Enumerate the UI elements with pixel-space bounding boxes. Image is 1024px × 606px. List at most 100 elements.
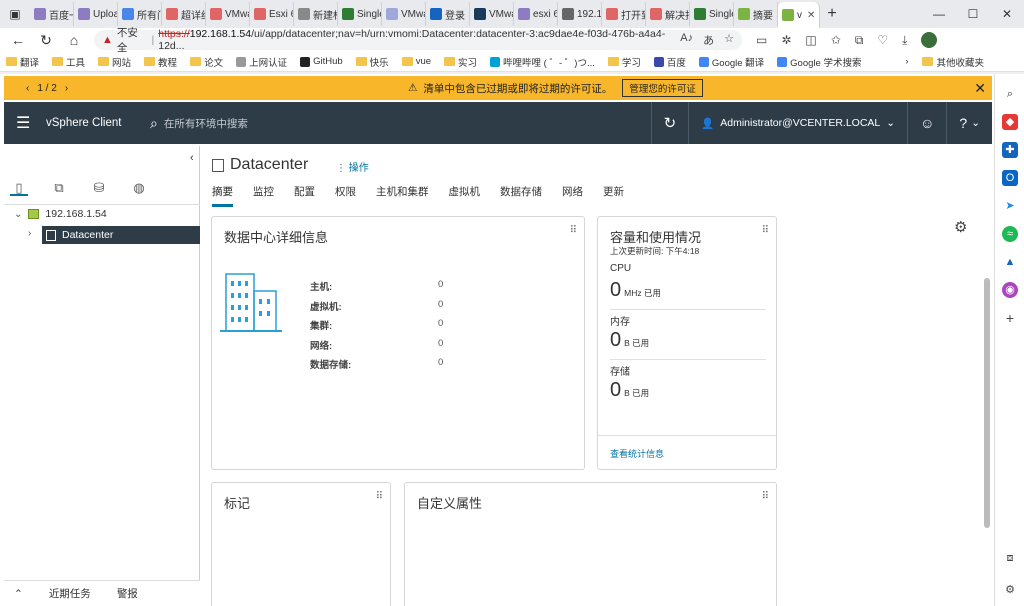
bookmark-item[interactable]: 学习 [607, 55, 641, 69]
object-tab[interactable]: 更新 [603, 184, 624, 207]
scrollbar[interactable] [984, 278, 990, 528]
back-icon[interactable]: ← [4, 32, 32, 48]
bookmark-item[interactable]: 网站 [98, 55, 131, 69]
new-tab-button[interactable]: + [820, 5, 844, 23]
global-search[interactable]: ⌕ 在所有环境中搜索 [150, 115, 248, 132]
bookmark-item[interactable]: 快乐 [355, 55, 389, 69]
browser-tab[interactable]: VMwa [470, 2, 514, 26]
bookmark-item[interactable]: Google 翻译 [698, 55, 764, 69]
browser-tab[interactable]: 打开到 [602, 2, 646, 26]
home-icon[interactable]: ⌂ [60, 32, 88, 48]
browser-tab[interactable]: 登录 [426, 2, 470, 26]
browser-tab[interactable]: Single [690, 2, 734, 26]
object-tab[interactable]: 网络 [562, 184, 583, 207]
tree-node-datacenter[interactable]: Datacenter [42, 226, 200, 244]
app-icon[interactable]: ◉ [1002, 282, 1018, 298]
warning-icon[interactable]: ▲ [102, 34, 113, 46]
manage-license-button[interactable]: 管理您的许可证 [622, 79, 703, 97]
add-icon[interactable]: + [1002, 310, 1018, 326]
screenshot-icon[interactable]: ⧈ [1002, 550, 1018, 566]
collapse-chevron-icon[interactable]: ‹ [190, 152, 194, 164]
hosts-clusters-view-icon[interactable]: ▯ [10, 180, 28, 196]
object-tab[interactable]: 监控 [253, 184, 274, 207]
window-menu-icon[interactable]: ▣ [0, 0, 30, 28]
browser-tab[interactable]: 超详细 [162, 2, 206, 26]
close-window-icon[interactable]: ✕ [990, 7, 1024, 21]
bookmark-item[interactable]: 实习 [444, 55, 477, 69]
favorites-icon[interactable]: ✩ [831, 33, 841, 47]
insecure-label[interactable]: 不安全 [117, 25, 148, 55]
object-tab[interactable]: 主机和集群 [376, 184, 429, 207]
browser-tab[interactable]: esxi 6 [514, 2, 558, 26]
favorite-star-icon[interactable]: ☆ [724, 32, 734, 48]
browser-tab[interactable]: v ✕ [778, 2, 820, 28]
browser-tab[interactable]: Esxi 6 [250, 2, 294, 26]
search-icon[interactable]: ⌕ [1002, 86, 1018, 102]
browser-tab[interactable]: VMwa [206, 2, 250, 26]
chevron-down-icon[interactable]: ⌄ [14, 209, 22, 220]
vms-templates-view-icon[interactable]: ⧉ [50, 180, 68, 196]
profile-avatar[interactable] [921, 32, 938, 48]
chevron-right-icon[interactable]: › [28, 228, 31, 239]
browser-tab[interactable]: VMwa [382, 2, 426, 26]
close-tab-icon[interactable]: ✕ [807, 10, 815, 21]
split-screen-icon[interactable]: ◫ [805, 33, 816, 47]
view-stats-link[interactable]: 查看统计信息 [610, 447, 664, 460]
browser-tab[interactable]: 百度一 [30, 2, 74, 26]
tools-icon[interactable]: ✚ [1002, 142, 1018, 158]
object-tab[interactable]: 配置 [294, 184, 315, 207]
next-chevron-icon[interactable]: › [65, 83, 68, 94]
network-view-icon[interactable]: ◍ [130, 180, 148, 196]
send-icon[interactable]: ➤ [1002, 198, 1018, 214]
bookmark-other-folder[interactable]: 其他收藏夹 [922, 55, 984, 69]
bookmark-item[interactable]: 工具 [52, 55, 85, 69]
chevron-up-icon[interactable]: ⌃ [14, 588, 23, 600]
browser-tab[interactable]: 摘要 · [734, 2, 778, 26]
address-bar[interactable]: ▲ 不安全 | https://192.168.1.54/ui/app/data… [94, 27, 742, 54]
bookmark-item[interactable]: 教程 [144, 55, 177, 69]
gear-icon[interactable]: ⚙ [954, 218, 967, 236]
prev-chevron-icon[interactable]: ‹ [26, 83, 29, 94]
outlook-icon[interactable]: O [1002, 170, 1018, 186]
search-input[interactable]: 在所有环境中搜索 [164, 116, 248, 131]
user-menu[interactable]: 👤 Administrator@VCENTER.LOCAL ⌄ [688, 102, 907, 144]
bookmark-item[interactable]: 上网认证 [236, 55, 287, 69]
recent-tasks-tab[interactable]: 近期任务 [49, 586, 91, 601]
feedback-button[interactable]: ☺ [907, 102, 946, 144]
read-aloud-icon[interactable]: A♪ [680, 32, 693, 48]
object-tab[interactable]: 摘要 [212, 184, 233, 207]
object-tab[interactable]: 权限 [335, 184, 356, 207]
shopping-icon[interactable]: ◆ [1002, 114, 1018, 130]
collections-icon[interactable]: ⧉ [855, 33, 864, 48]
alarms-tab[interactable]: 警报 [117, 586, 138, 601]
spotify-icon[interactable]: ≈ [1002, 226, 1018, 242]
downloads-icon[interactable]: ⤓ [902, 33, 907, 48]
browser-tab[interactable]: 所有门 [118, 2, 162, 26]
refresh-button[interactable]: ↻ [650, 102, 689, 144]
maximize-icon[interactable]: ☐ [956, 7, 990, 21]
extensions-icon[interactable]: ✲ [781, 33, 791, 47]
drag-handle-icon[interactable]: ⠿ [762, 225, 769, 236]
performance-icon[interactable]: ♡ [877, 33, 888, 47]
actions-menu[interactable]: ⋮ 操作 [336, 159, 369, 174]
reading-view-icon[interactable]: ▭ [756, 33, 767, 47]
bookmark-item[interactable]: 百度 [653, 55, 686, 69]
drag-handle-icon[interactable]: ⠿ [376, 491, 383, 502]
bookmark-item[interactable]: 论文 [190, 55, 223, 69]
browser-tab[interactable]: 192.1 [558, 2, 602, 26]
settings-icon[interactable]: ⚙ [1002, 582, 1018, 598]
bookmark-item[interactable]: 翻译 [6, 55, 39, 69]
brand-title[interactable]: vSphere Client [46, 117, 146, 129]
refresh-icon[interactable]: ↻ [32, 32, 60, 49]
bookmark-item[interactable]: vue [401, 56, 431, 67]
bookmark-item[interactable]: Google 学术搜索 [777, 55, 861, 69]
tree-node-vcenter[interactable]: ⌄ 192.168.1.54 [14, 208, 107, 220]
pin-icon[interactable]: ▲ [1002, 254, 1018, 270]
hamburger-menu-icon[interactable]: ☰ [16, 113, 38, 133]
help-menu[interactable]: ? ⌄ [946, 102, 992, 144]
drag-handle-icon[interactable]: ⠿ [570, 225, 577, 236]
browser-tab[interactable]: 新建标 [294, 2, 338, 26]
drag-handle-icon[interactable]: ⠿ [762, 491, 769, 502]
bookmark-item[interactable]: GitHub [300, 56, 343, 67]
translate-icon[interactable]: あ [703, 32, 714, 48]
